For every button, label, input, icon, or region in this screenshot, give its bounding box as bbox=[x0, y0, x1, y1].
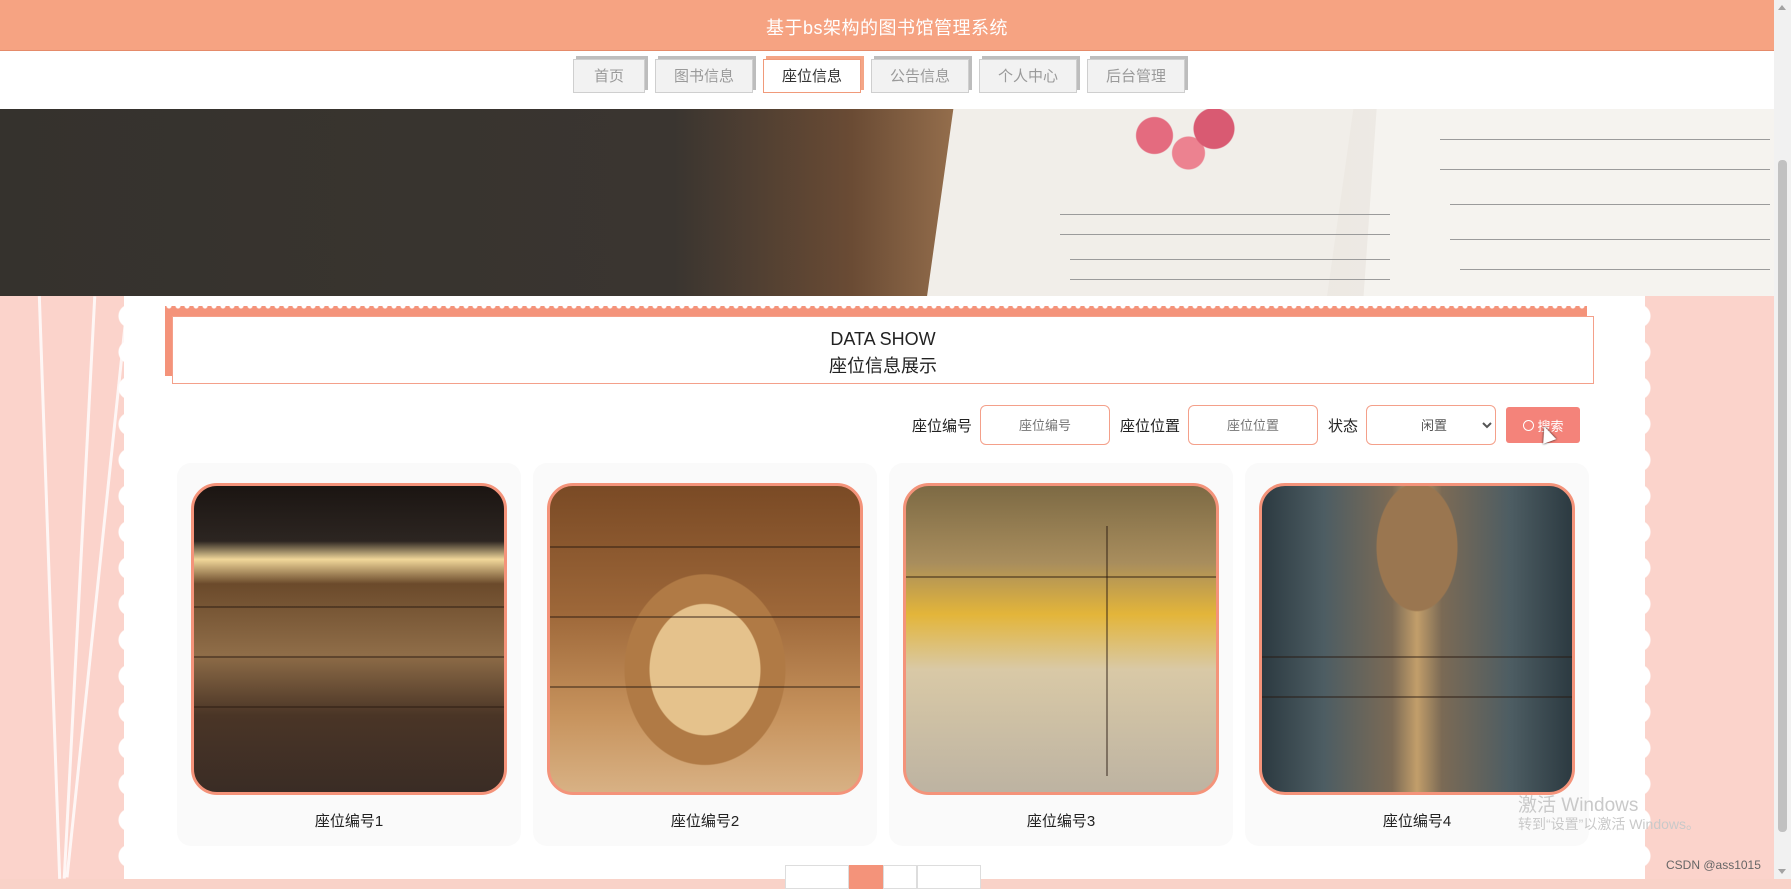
pagination-page-current[interactable] bbox=[849, 865, 883, 889]
seat-card[interactable]: 座位编号1 bbox=[177, 463, 521, 846]
seat-no-label: 座位编号 bbox=[912, 417, 973, 435]
tab-notices[interactable]: 公告信息 bbox=[871, 59, 969, 93]
seat-card-image[interactable] bbox=[1259, 483, 1575, 795]
tab-home[interactable]: 首页 bbox=[573, 59, 645, 93]
windows-activation-text: 转到“设置”以激活 Windows。 bbox=[1518, 816, 1701, 832]
left-decoration bbox=[0, 296, 130, 879]
tab-profile[interactable]: 个人中心 bbox=[979, 59, 1077, 93]
section-title-en: DATA SHOW bbox=[830, 329, 936, 349]
vertical-scrollbar[interactable] bbox=[1774, 0, 1791, 879]
seat-card-list: 座位编号1 座位编号2 座位编号3 座位编号4 bbox=[177, 463, 1589, 846]
pagination-next[interactable] bbox=[917, 865, 981, 889]
search-icon bbox=[1522, 419, 1534, 431]
seat-location-input[interactable] bbox=[1188, 405, 1319, 445]
banner-image bbox=[0, 109, 1774, 296]
tab-seats[interactable]: 座位信息 bbox=[763, 59, 861, 93]
seat-card[interactable]: 座位编号4 bbox=[1245, 463, 1589, 846]
pagination-page[interactable] bbox=[883, 865, 917, 889]
seat-card[interactable]: 座位编号3 bbox=[889, 463, 1233, 846]
tab-admin[interactable]: 后台管理 bbox=[1087, 59, 1185, 93]
csdn-credit: CSDN @ass1015 bbox=[1666, 858, 1761, 872]
pagination-prev[interactable] bbox=[785, 865, 849, 889]
seat-card[interactable]: 座位编号2 bbox=[533, 463, 877, 846]
top-header: 基于bs架构的图书馆管理系统 bbox=[0, 0, 1774, 51]
seat-no-input[interactable] bbox=[980, 405, 1111, 445]
seat-card-caption: 座位编号3 bbox=[1026, 813, 1096, 830]
section-header: DATA SHOW 座位信息展示 bbox=[165, 302, 1595, 386]
nav-bar: 首页 图书信息 座位信息 公告信息 个人中心 后台管理 bbox=[0, 51, 1774, 109]
scroll-up-icon[interactable] bbox=[1778, 5, 1786, 10]
scroll-down-icon[interactable] bbox=[1778, 869, 1786, 874]
search-bar: 座位编号 座位位置 状态 闲置 搜索 bbox=[912, 405, 1581, 445]
rose-decoration bbox=[1095, 109, 1265, 174]
status-label: 状态 bbox=[1328, 417, 1359, 435]
scrollbar-thumb[interactable] bbox=[1778, 160, 1787, 832]
seat-card-image[interactable] bbox=[547, 483, 863, 795]
seat-card-caption: 座位编号1 bbox=[314, 813, 384, 830]
status-select[interactable]: 闲置 bbox=[1366, 405, 1497, 445]
site-title: 基于bs架构的图书馆管理系统 bbox=[765, 18, 1008, 38]
pagination bbox=[785, 865, 981, 889]
tab-books[interactable]: 图书信息 bbox=[655, 59, 753, 93]
seat-card-image[interactable] bbox=[191, 483, 507, 795]
seat-card-caption: 座位编号2 bbox=[670, 813, 740, 830]
seat-card-image[interactable] bbox=[903, 483, 1219, 795]
seat-location-label: 座位位置 bbox=[1120, 417, 1181, 435]
section-title-cn: 座位信息展示 bbox=[829, 356, 937, 376]
windows-activation-title: 激活 Windows bbox=[1518, 795, 1639, 816]
right-decoration bbox=[1639, 296, 1774, 879]
